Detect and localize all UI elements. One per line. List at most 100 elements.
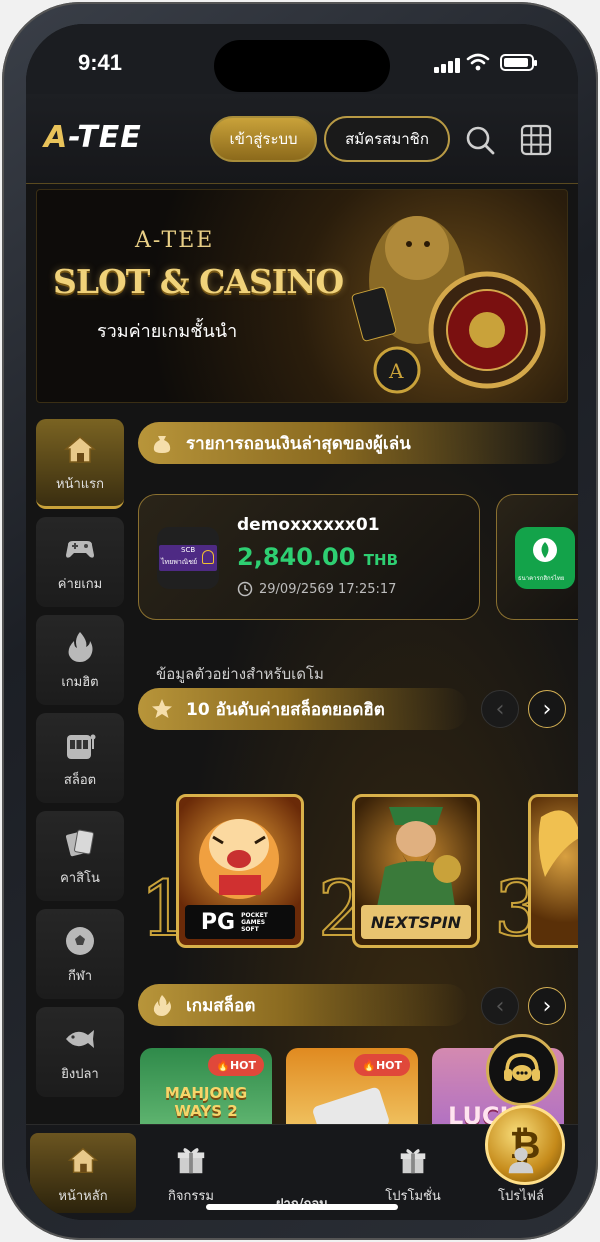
nav-item-promotions[interactable]: โปรโมชั่น — [360, 1133, 466, 1213]
withdrawals-header: รายการถอนเงินล่าสุดของผู้เล่น — [138, 422, 568, 464]
provider-card-pg[interactable]: PG POCKET GAMES SOFT — [176, 794, 304, 948]
provider-card-third[interactable] — [528, 794, 578, 948]
nav-item-label: กิจกรรม — [168, 1189, 214, 1204]
wifi-icon — [466, 53, 490, 71]
bank-code: SCB — [181, 546, 196, 554]
datetime-text: 29/09/2569 17:25:17 — [259, 581, 397, 597]
slot-games-title: เกมสล็อต — [186, 995, 256, 1016]
phone-frame: 9:41 A-TEE เข้าสู่ระบบ สมัครสมาชิก A-TEE… — [2, 2, 598, 1240]
lion-roulette-illustration: A — [351, 216, 546, 394]
register-button[interactable]: สมัครสมาชิก — [324, 116, 450, 162]
nav-item-label: โปรโมชั่น — [385, 1189, 441, 1204]
next-arrow-button[interactable]: › — [528, 690, 566, 728]
hot-badge: 🔥 HOT — [208, 1054, 264, 1076]
sidebar-item-label: ค่ายเกม — [57, 576, 103, 592]
game-title: MAHJONG WAYS 2 — [164, 1084, 248, 1120]
banner-subtitle: รวมค่ายเกมชั้นนำ — [97, 321, 238, 342]
fire-icon — [68, 631, 93, 662]
sidebar-item-casino[interactable]: คาสิโน — [36, 811, 124, 901]
sidebar-item-sports[interactable]: กีฬา — [36, 909, 124, 999]
withdrawal-amount: 2,840.00 THB — [237, 543, 398, 571]
promo-gift-icon — [400, 1149, 426, 1174]
top-providers-title: 10 อันดับค่ายสล็อตยอดฮิต — [186, 699, 385, 720]
sidebar-item-label: คาสิโน — [60, 870, 100, 886]
home-indicator — [206, 1204, 398, 1210]
login-button[interactable]: เข้าสู่ระบบ — [210, 116, 317, 162]
nextspin-logo: NEXTSPIN — [361, 905, 471, 939]
eagle-illustration — [538, 810, 578, 877]
provider-name: PG — [200, 909, 236, 935]
clock-icon — [237, 581, 253, 597]
bank-name: ธนาคารกสิกรไทย — [518, 575, 565, 582]
nav-item-profile[interactable]: โปรไฟล์ — [468, 1133, 574, 1213]
next-arrow-button[interactable]: › — [528, 987, 566, 1025]
headset-icon — [504, 1053, 540, 1081]
logo-prefix: A — [44, 120, 69, 155]
provider-card-nextspin[interactable]: NEXTSPIN — [352, 794, 480, 948]
sidebar-item-providers[interactable]: ค่ายเกม — [36, 517, 124, 607]
hero-banner[interactable]: A-TEE SLOT & CASINO รวมค่ายเกมชั้นนำ A — [36, 189, 568, 403]
app-screen: 9:41 A-TEE เข้าสู่ระบบ สมัครสมาชิก A-TEE… — [26, 24, 578, 1220]
sidebar-item-label: หน้าแรก — [56, 477, 104, 492]
sidebar-item-hot-games[interactable]: เกมฮิต — [36, 615, 124, 705]
signal-icon — [434, 54, 462, 73]
app-logo[interactable]: A-TEE — [44, 120, 142, 155]
nav-item-deposit-withdraw[interactable]: ₿ ฝาก/ถอน — [249, 1105, 565, 1213]
tiger-illustration — [199, 819, 279, 899]
withdrawal-card: SCB ไทยพาณิชย์ demoxxxxxx01 2,840.00 THB… — [138, 494, 480, 620]
sidebar-item-slots[interactable]: สล็อต — [36, 713, 124, 803]
banner-brand: A-TEE — [135, 228, 215, 253]
sidebar-item-label: กีฬา — [67, 968, 93, 984]
provider-name: NEXTSPIN — [370, 912, 462, 932]
football-icon — [66, 926, 94, 955]
badge-text: HOT — [229, 1058, 256, 1072]
sidebar-item-label: เกมฮิต — [61, 674, 99, 690]
withdrawal-card: ธนาคารกสิกรไทย — [496, 494, 578, 620]
home-icon — [67, 1147, 99, 1173]
dynamic-island — [214, 40, 390, 92]
pg-logo: PG POCKET GAMES SOFT — [185, 905, 295, 939]
fire-icon — [153, 995, 171, 1016]
nav-item-home[interactable]: หน้าหลัก — [30, 1133, 136, 1213]
amount-currency: THB — [363, 551, 399, 569]
prev-arrow-button[interactable]: ‹ — [481, 690, 519, 728]
cards-icon — [66, 829, 94, 856]
grid-icon[interactable] — [520, 124, 552, 156]
star-icon — [152, 699, 172, 718]
slot-machine-icon — [67, 734, 96, 759]
nav-item-label: หน้าหลัก — [58, 1189, 108, 1204]
amount-value: 2,840.00 — [237, 543, 356, 571]
status-bar: 9:41 — [26, 24, 578, 94]
top-providers-header: 10 อันดับค่ายสล็อตยอดฮิต — [138, 688, 468, 730]
warrior-illustration — [377, 807, 461, 907]
status-time: 9:41 — [78, 50, 123, 75]
sidebar-item-home[interactable]: หน้าแรก — [36, 419, 124, 509]
slot-games-header: เกมสล็อต — [138, 984, 468, 1026]
live-support-button[interactable] — [486, 1034, 558, 1106]
bank-name: ไทยพาณิชย์ — [161, 558, 198, 566]
sidebar-item-label: สล็อต — [63, 772, 97, 788]
home-icon — [63, 436, 97, 463]
sidebar-item-fishing[interactable]: ยิงปลา — [36, 1007, 124, 1097]
prev-arrow-button[interactable]: ‹ — [481, 987, 519, 1025]
withdrawals-title: รายการถอนเงินล่าสุดของผู้เล่น — [186, 433, 411, 454]
banner-title: SLOT & CASINO — [53, 262, 344, 301]
svg-text:A: A — [388, 359, 404, 383]
hot-badge: 🔥 HOT — [354, 1054, 410, 1076]
gift-icon — [177, 1148, 205, 1174]
scb-bank-logo: SCB ไทยพาณิชย์ — [157, 527, 219, 589]
nav-item-label: โปรไฟล์ — [498, 1189, 544, 1204]
withdrawal-time: 29/09/2569 17:25:17 — [237, 581, 396, 597]
gamepad-icon — [66, 540, 94, 558]
logo-suffix: -TEE — [68, 120, 142, 155]
demo-note: ข้อมูลตัวอย่างสำหรับเดโม — [156, 665, 324, 683]
user-icon — [508, 1147, 534, 1174]
search-icon[interactable] — [464, 124, 496, 156]
top-header: A-TEE เข้าสู่ระบบ สมัครสมาชิก — [26, 94, 578, 184]
provider-tagline: POCKET GAMES SOFT — [241, 911, 268, 933]
kbank-leaf-icon — [533, 538, 557, 562]
nav-item-activities[interactable]: กิจกรรม — [138, 1133, 244, 1213]
withdrawal-user: demoxxxxxx01 — [237, 515, 380, 535]
battery-icon — [500, 54, 537, 71]
kbank-logo: ธนาคารกสิกรไทย — [515, 527, 575, 589]
